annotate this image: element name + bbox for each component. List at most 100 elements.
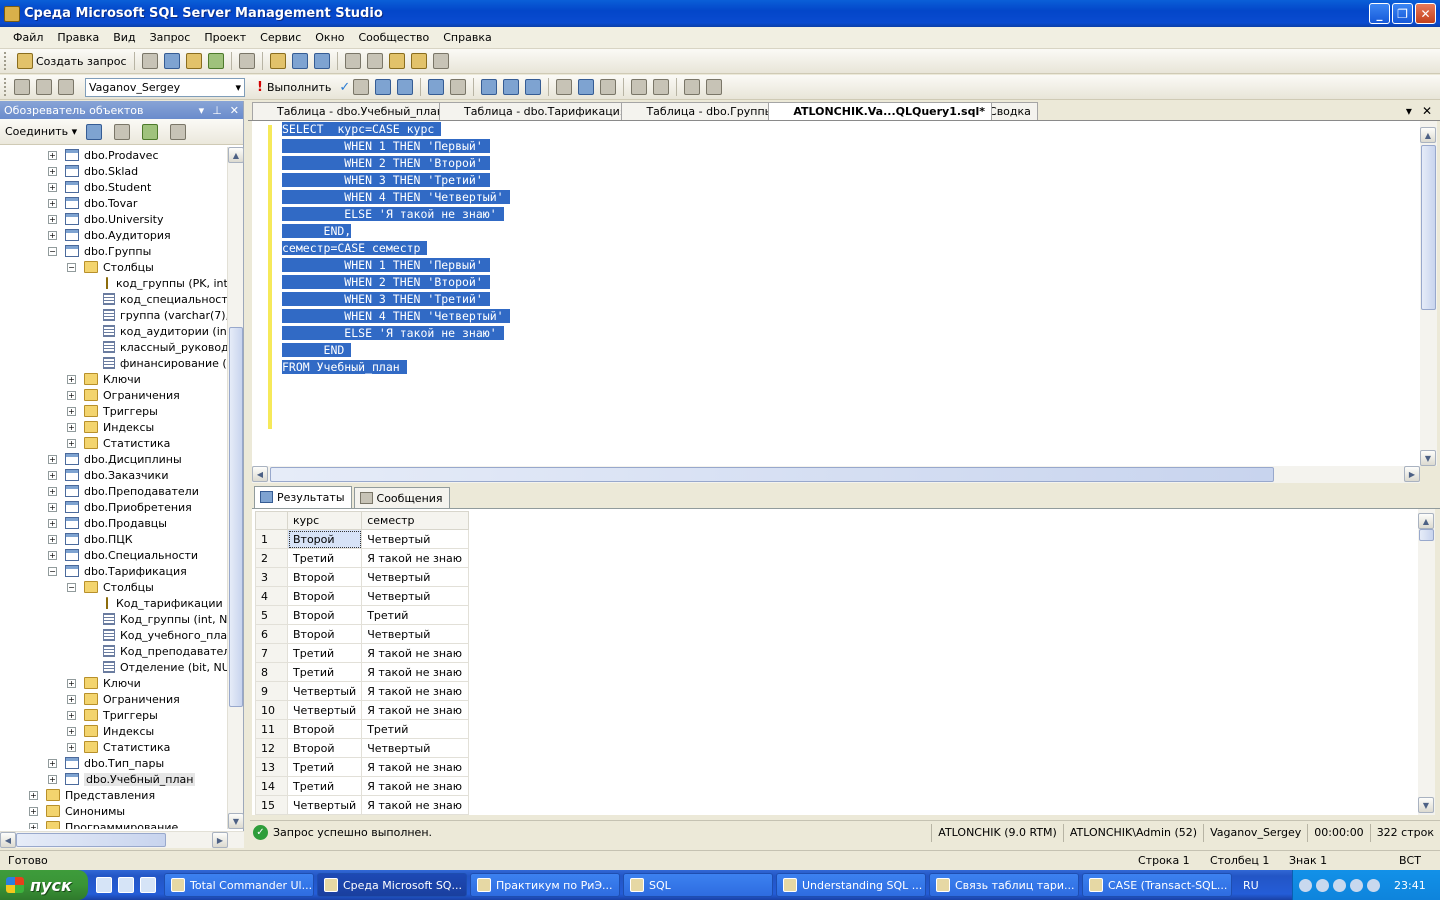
tree-node[interactable]: + dbo.Продавцы — [0, 515, 228, 531]
expand-icon[interactable]: + — [48, 550, 57, 560]
solution-explorer-icon[interactable] — [410, 53, 427, 69]
menu-help[interactable]: Справка — [436, 31, 498, 44]
tree-node[interactable]: код_специальности — [0, 291, 228, 307]
tree-node[interactable]: + dbo.University — [0, 211, 228, 227]
code-line[interactable]: END, — [282, 223, 510, 240]
code-line[interactable]: FROM Учебный_план — [282, 359, 510, 376]
decrease-indent-icon[interactable] — [684, 79, 701, 95]
change-connection-icon[interactable] — [36, 79, 52, 95]
scroll-up-button[interactable]: ▲ — [228, 147, 244, 163]
semestr-cell[interactable]: Я такой не знаю — [361, 757, 470, 777]
code-line[interactable]: WHEN 4 THEN 'Четвертый' — [282, 189, 511, 206]
tree-node[interactable]: + dbo.Sklad — [0, 163, 228, 179]
new-item-icon[interactable] — [238, 53, 255, 69]
tree-node[interactable]: − Столбцы — [0, 579, 228, 595]
stop-icon[interactable] — [114, 123, 131, 140]
tree-node[interactable]: + Синонимы — [0, 803, 228, 819]
results-to-file-icon[interactable] — [578, 79, 595, 95]
semestr-cell[interactable]: Четвертый — [361, 738, 470, 758]
tree-node[interactable]: Код_учебного_плана — [0, 627, 228, 643]
kurs-cell[interactable]: Четвертый — [286, 700, 363, 720]
code-line[interactable]: WHEN 3 THEN 'Третий' — [282, 172, 510, 189]
row-number-cell[interactable]: 4 — [255, 586, 288, 606]
tab-list-dropdown-icon[interactable]: ▾ — [1406, 104, 1412, 118]
tree-node[interactable]: + Статистика — [0, 435, 228, 451]
editor-hscroll[interactable]: ◀ ▶ — [252, 466, 1420, 483]
expand-icon[interactable]: + — [29, 822, 38, 829]
semestr-cell[interactable]: Третий — [361, 605, 470, 625]
row-number-cell[interactable]: 13 — [255, 757, 288, 777]
close-button[interactable]: ✕ — [1415, 3, 1436, 24]
explorer-icon[interactable] — [140, 877, 156, 893]
tree-node[interactable]: группа (varchar(7), N — [0, 307, 228, 323]
tree-node[interactable]: + dbo.Prodavec — [0, 147, 228, 163]
code-line[interactable]: ELSE 'Я такой не знаю' — [282, 325, 510, 342]
row-number-cell[interactable]: 14 — [255, 776, 288, 796]
menu-file[interactable]: Файл — [6, 31, 50, 44]
mdx-query-icon[interactable] — [207, 53, 224, 69]
tab-results[interactable]: Результаты — [254, 486, 352, 508]
tree-node[interactable]: + Представления — [0, 787, 228, 803]
row-number-cell[interactable]: 5 — [255, 605, 288, 625]
desktop-icon[interactable] — [118, 877, 134, 893]
save-all-icon[interactable] — [313, 53, 330, 69]
expand-icon[interactable]: + — [67, 742, 76, 752]
code-line[interactable]: ELSE 'Я такой не знаю' — [282, 206, 510, 223]
refresh-icon[interactable] — [142, 123, 159, 140]
semestr-cell[interactable]: Четвертый — [361, 624, 470, 644]
close-panel-icon[interactable]: ✕ — [230, 104, 239, 117]
semestr-cell[interactable]: Я такой не знаю — [361, 643, 470, 663]
client-stats-icon[interactable] — [503, 79, 520, 95]
display-plan-icon[interactable] — [375, 79, 392, 95]
menu-edit[interactable]: Правка — [50, 31, 106, 44]
new-file-icon[interactable] — [141, 53, 158, 69]
restore-button[interactable]: ❐ — [1392, 3, 1413, 24]
taskbar-button[interactable]: SQL — [623, 873, 773, 897]
code-line[interactable]: WHEN 1 THEN 'Первый' — [282, 257, 510, 274]
code-line[interactable]: WHEN 2 THEN 'Второй' — [282, 274, 510, 291]
row-number-cell[interactable]: 10 — [255, 700, 288, 720]
kurs-cell[interactable]: Третий — [286, 662, 363, 682]
tree-node[interactable]: Код_тарификации (F — [0, 595, 228, 611]
tree-node[interactable]: Код_группы (int, NUI — [0, 611, 228, 627]
tab-sql-query[interactable]: ATLONCHIK.Va...QLQuery1.sql* — [768, 102, 993, 120]
expand-icon[interactable]: + — [67, 374, 76, 384]
specify-values-icon[interactable] — [450, 79, 467, 95]
menu-community[interactable]: Сообщество — [352, 31, 437, 44]
tree-node[interactable]: + Ключи — [0, 371, 228, 387]
kurs-cell[interactable]: Второй — [286, 719, 363, 739]
tree-node[interactable]: + dbo.Специальности — [0, 547, 228, 563]
open-folder-icon[interactable] — [269, 53, 286, 69]
expand-icon[interactable]: + — [67, 710, 76, 720]
row-number-cell[interactable]: 8 — [255, 662, 288, 682]
kurs-cell[interactable]: Второй — [286, 567, 363, 587]
taskbar-button[interactable]: Total Commander Ul... — [164, 873, 314, 897]
collapse-icon[interactable]: − — [67, 582, 76, 592]
kurs-cell[interactable]: Второй — [286, 738, 363, 758]
object-explorer-hscroll[interactable]: ◀ ▶ — [0, 831, 244, 848]
expand-icon[interactable]: + — [48, 150, 57, 160]
menu-view[interactable]: Вид — [106, 31, 142, 44]
column-header-kurs[interactable]: курс — [286, 511, 363, 530]
expand-icon[interactable]: + — [29, 790, 38, 800]
results-option-icon[interactable] — [600, 79, 617, 95]
expand-icon[interactable]: + — [67, 694, 76, 704]
tray-expand-icon[interactable] — [1299, 878, 1312, 892]
expand-icon[interactable]: + — [67, 726, 76, 736]
language-indicator[interactable]: RU — [1243, 879, 1259, 892]
results-to-text-icon[interactable] — [525, 79, 542, 95]
kurs-cell[interactable]: Второй — [286, 624, 363, 644]
sound-icon[interactable] — [1333, 878, 1346, 892]
kurs-cell[interactable]: Четвертый — [286, 795, 363, 815]
results-to-grid-icon[interactable] — [556, 79, 573, 95]
tree-node[interactable]: + dbo.ПЦК — [0, 531, 228, 547]
expand-icon[interactable]: + — [48, 486, 57, 496]
auto-hide-icon[interactable]: ⊥ — [212, 104, 222, 117]
scroll-thumb[interactable] — [1421, 145, 1436, 310]
tree-node[interactable]: + Ограничения — [0, 691, 228, 707]
semestr-cell[interactable]: Я такой не знаю — [361, 662, 470, 682]
semestr-cell[interactable]: Четвертый — [361, 567, 470, 587]
column-header-semestr[interactable]: семестр — [361, 511, 470, 530]
tree-node[interactable]: + dbo.Дисциплины — [0, 451, 228, 467]
tree-node[interactable]: код_группы (PK, int, — [0, 275, 228, 291]
